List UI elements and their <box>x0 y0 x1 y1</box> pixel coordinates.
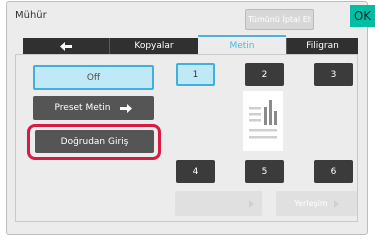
preset-text-label: Preset Metin <box>54 103 111 113</box>
position-5-button[interactable]: 5 <box>245 160 284 183</box>
back-button[interactable] <box>23 38 109 54</box>
stamp-preview <box>243 91 283 151</box>
tab-kopyalar[interactable]: Kopyalar <box>109 38 198 54</box>
placement-label: Yerleşim <box>294 199 328 208</box>
highlight-frame <box>27 124 161 160</box>
arrow-right-icon <box>120 103 133 113</box>
tab-filigran[interactable]: Filigran <box>286 38 358 54</box>
off-button[interactable]: Off <box>33 65 154 90</box>
position-4-button[interactable]: 4 <box>176 160 215 183</box>
chevron-right-icon <box>333 199 339 208</box>
position-2-button[interactable]: 2 <box>245 63 284 86</box>
cancel-all-button[interactable]: Tümünü İptal Et <box>245 9 314 30</box>
position-6-button[interactable]: 6 <box>314 160 353 183</box>
position-3-button[interactable]: 3 <box>314 63 353 86</box>
dialog-title: Mühür <box>15 10 47 21</box>
document-preview-icon <box>249 100 277 139</box>
chevron-right-icon <box>248 199 254 208</box>
ok-button[interactable]: OK <box>350 5 375 27</box>
preset-text-button[interactable]: Preset Metin <box>33 96 154 120</box>
disabled-option-button[interactable] <box>175 191 262 216</box>
back-arrow-icon <box>60 41 72 51</box>
tab-metin[interactable]: Metin <box>198 35 286 54</box>
placement-button[interactable]: Yerleşim <box>276 191 357 216</box>
position-1-button[interactable]: 1 <box>176 63 215 86</box>
